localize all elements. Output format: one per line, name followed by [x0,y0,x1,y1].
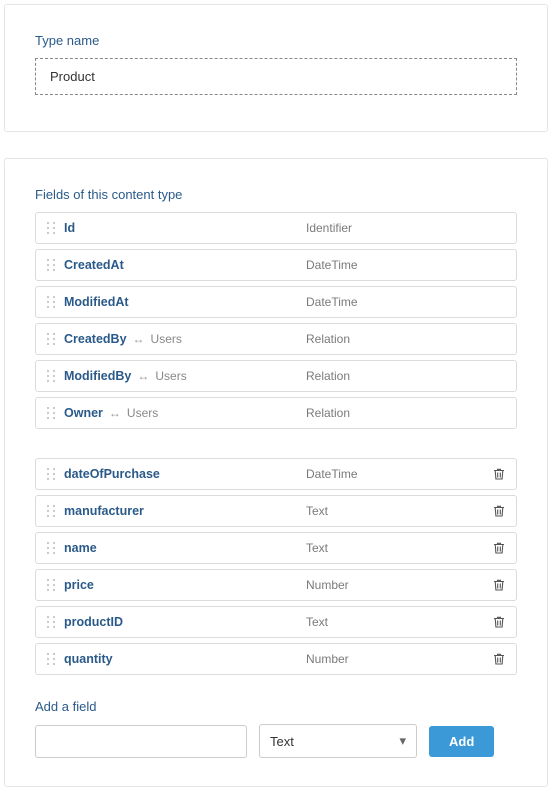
field-row[interactable]: Id Identifier [35,212,517,244]
delete-icon[interactable] [492,467,506,481]
drag-handle-icon[interactable] [46,369,56,383]
field-row[interactable]: ModifiedAt DateTime [35,286,517,318]
drag-handle-icon[interactable] [46,541,56,555]
relation-target: Users [127,406,158,420]
field-row[interactable]: price Number [35,569,517,601]
drag-handle-icon[interactable] [46,467,56,481]
relation-icon: ↔ [109,406,121,420]
field-row[interactable]: ModifiedBy ↔ Users Relation [35,360,517,392]
drag-handle-icon[interactable] [46,615,56,629]
field-name: manufacturer [64,504,144,518]
field-type: DateTime [306,467,358,481]
field-type: Text [306,615,328,629]
add-field-type-value: Text [270,734,294,749]
relation-icon: ↔ [137,369,149,383]
field-row[interactable]: manufacturer Text [35,495,517,527]
custom-fields-list: dateOfPurchaseDateTimemanufacturerTextna… [35,458,517,675]
caret-down-icon: ▾ [399,733,406,749]
type-name-label: Type name [35,33,517,48]
add-field-label: Add a field [35,699,517,714]
add-field-section: Add a field Text ▾ Add [35,699,517,758]
field-row[interactable]: name Text [35,532,517,564]
add-button[interactable]: Add [429,726,494,757]
field-name: ModifiedAt [64,295,129,309]
drag-handle-icon[interactable] [46,221,56,235]
drag-handle-icon[interactable] [46,578,56,592]
field-type: Number [306,652,349,666]
field-type: Relation [306,332,350,346]
delete-icon[interactable] [492,504,506,518]
field-name: Owner [64,406,103,420]
drag-handle-icon[interactable] [46,504,56,518]
field-row[interactable]: quantity Number [35,643,517,675]
field-name: name [64,541,97,555]
drag-handle-icon[interactable] [46,652,56,666]
field-type: Text [306,504,328,518]
delete-icon[interactable] [492,578,506,592]
field-row[interactable]: productID Text [35,606,517,638]
field-type: Relation [306,369,350,383]
field-type: DateTime [306,295,358,309]
field-name: Id [64,221,75,235]
relation-target: Users [155,369,186,383]
field-name: productID [64,615,123,629]
field-name: ModifiedBy [64,369,131,383]
add-field-type-select[interactable]: Text ▾ [259,724,417,758]
field-name: dateOfPurchase [64,467,160,481]
field-type: DateTime [306,258,358,272]
field-name: price [64,578,94,592]
add-field-name-input[interactable] [35,725,247,758]
type-name-panel: Type name [4,4,548,132]
delete-icon[interactable] [492,541,506,555]
type-name-input[interactable] [35,58,517,95]
field-row[interactable]: Owner ↔ Users Relation [35,397,517,429]
fields-section-label: Fields of this content type [35,187,517,202]
drag-handle-icon[interactable] [46,406,56,420]
drag-handle-icon[interactable] [46,258,56,272]
drag-handle-icon[interactable] [46,332,56,346]
field-row[interactable]: dateOfPurchase DateTime [35,458,517,490]
add-field-controls: Text ▾ Add [35,724,517,758]
delete-icon[interactable] [492,615,506,629]
field-type: Relation [306,406,350,420]
delete-icon[interactable] [492,652,506,666]
drag-handle-icon[interactable] [46,295,56,309]
field-row[interactable]: CreatedAt DateTime [35,249,517,281]
field-name: CreatedAt [64,258,124,272]
fields-panel: Fields of this content type Id Identifier… [4,158,548,787]
field-row[interactable]: CreatedBy ↔ Users Relation [35,323,517,355]
field-type: Text [306,541,328,555]
relation-icon: ↔ [133,332,145,346]
field-type: Number [306,578,349,592]
field-name: CreatedBy [64,332,127,346]
system-fields-list: Id Identifier CreatedAt DateTime ModifiedAt D… [35,212,517,429]
field-name: quantity [64,652,113,666]
relation-target: Users [151,332,182,346]
field-type: Identifier [306,221,352,235]
